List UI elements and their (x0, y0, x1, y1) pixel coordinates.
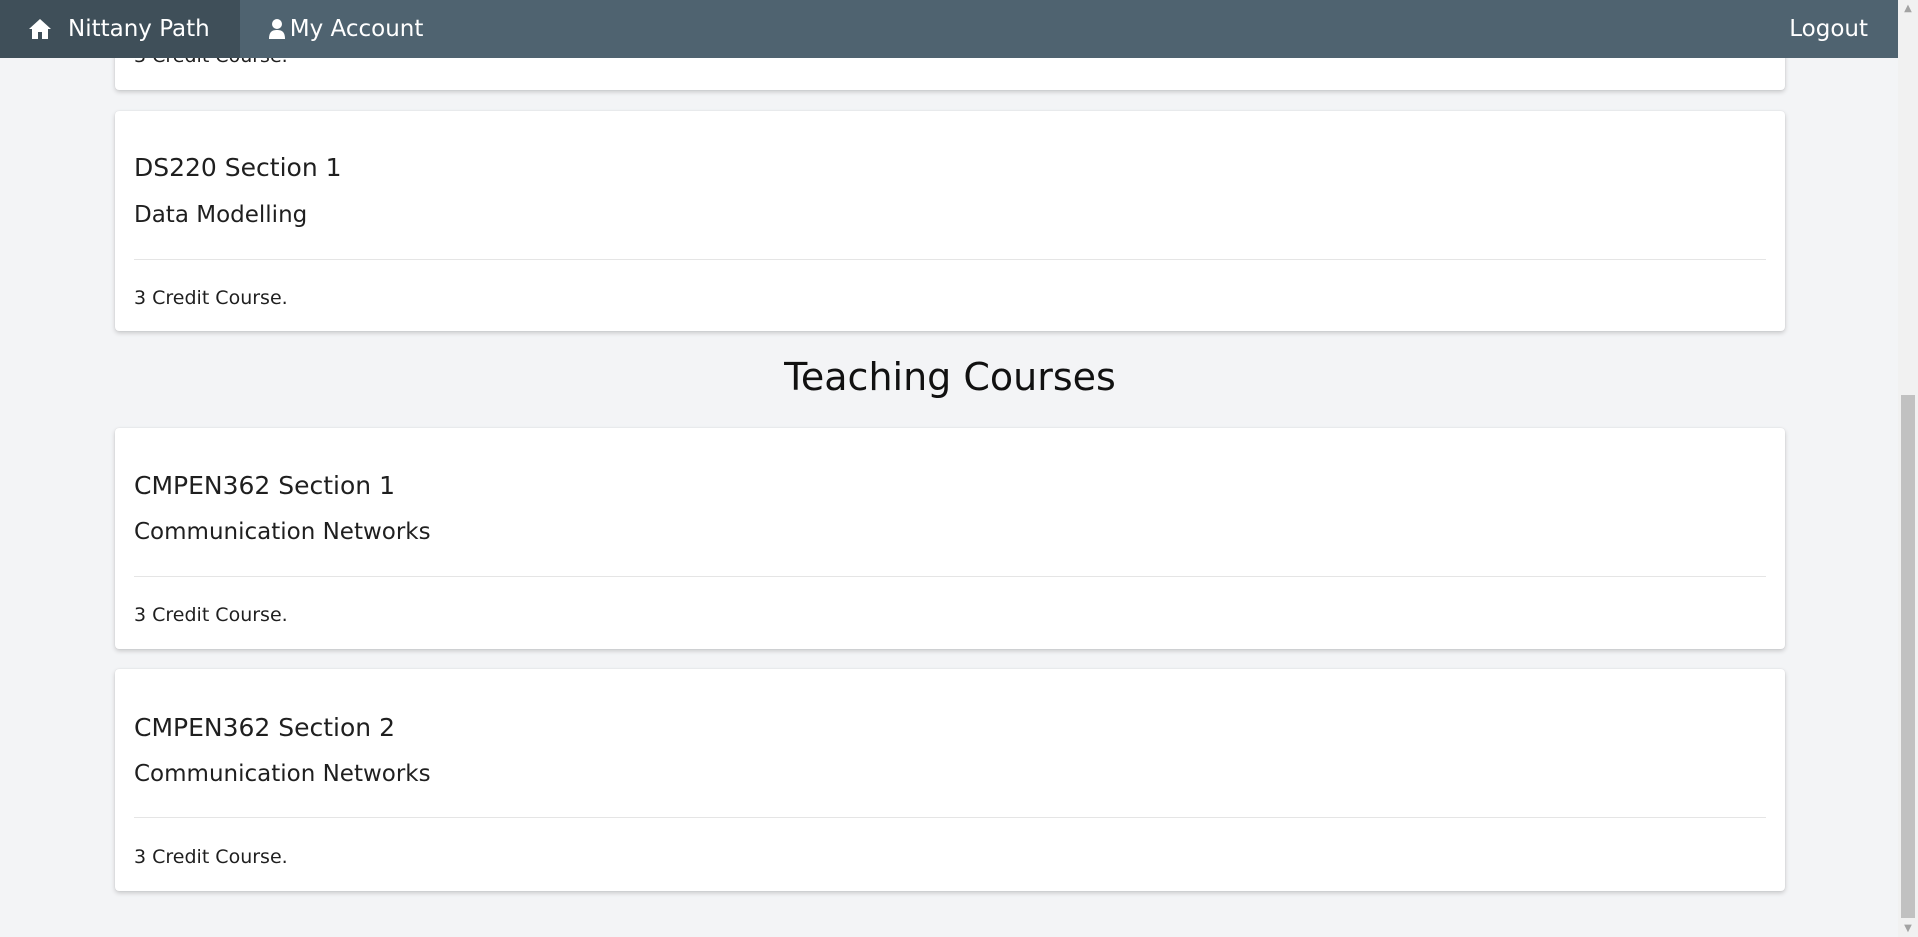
page-scrollbar[interactable]: ▲ ▼ (1898, 0, 1918, 937)
scroll-up-arrow-icon[interactable]: ▲ (1898, 0, 1918, 17)
course-credits: 3 Credit Course. (134, 287, 288, 309)
course-code: DS220 Section 1 (134, 153, 342, 182)
course-name: Communication Networks (134, 761, 431, 787)
nav-account-label: My Account (289, 16, 424, 42)
course-name: Data Modelling (134, 202, 308, 228)
nav-account-link[interactable]: My Account (240, 0, 452, 58)
card-divider (134, 817, 1766, 818)
home-icon (28, 18, 52, 40)
user-icon (268, 18, 286, 40)
card-divider (134, 259, 1766, 260)
course-code: CMPEN362 Section 1 (134, 471, 395, 500)
scroll-thumb[interactable] (1901, 395, 1915, 918)
course-credits: 3 Credit Course. (134, 846, 288, 868)
course-code: CMPEN362 Section 2 (134, 713, 395, 742)
card-divider (134, 576, 1766, 577)
teaching-course-card: CMPEN362 Section 1 Communication Network… (115, 428, 1785, 649)
logout-link[interactable]: Logout (1769, 0, 1898, 58)
nav-home-link[interactable]: Nittany Path (0, 0, 240, 58)
teaching-course-card: CMPEN362 Section 2 Communication Network… (115, 669, 1785, 891)
teaching-courses-heading: Teaching Courses (784, 355, 1116, 399)
nav-home-label: Nittany Path (68, 16, 210, 42)
logout-label: Logout (1789, 16, 1868, 42)
course-card: DS220 Section 1 Data Modelling 3 Credit … (115, 111, 1785, 331)
course-name: Communication Networks (134, 519, 431, 545)
top-navbar: Nittany Path My Account Logout (0, 0, 1898, 58)
scroll-down-arrow-icon[interactable]: ▼ (1898, 920, 1918, 937)
course-credits: 3 Credit Course. (134, 604, 288, 626)
